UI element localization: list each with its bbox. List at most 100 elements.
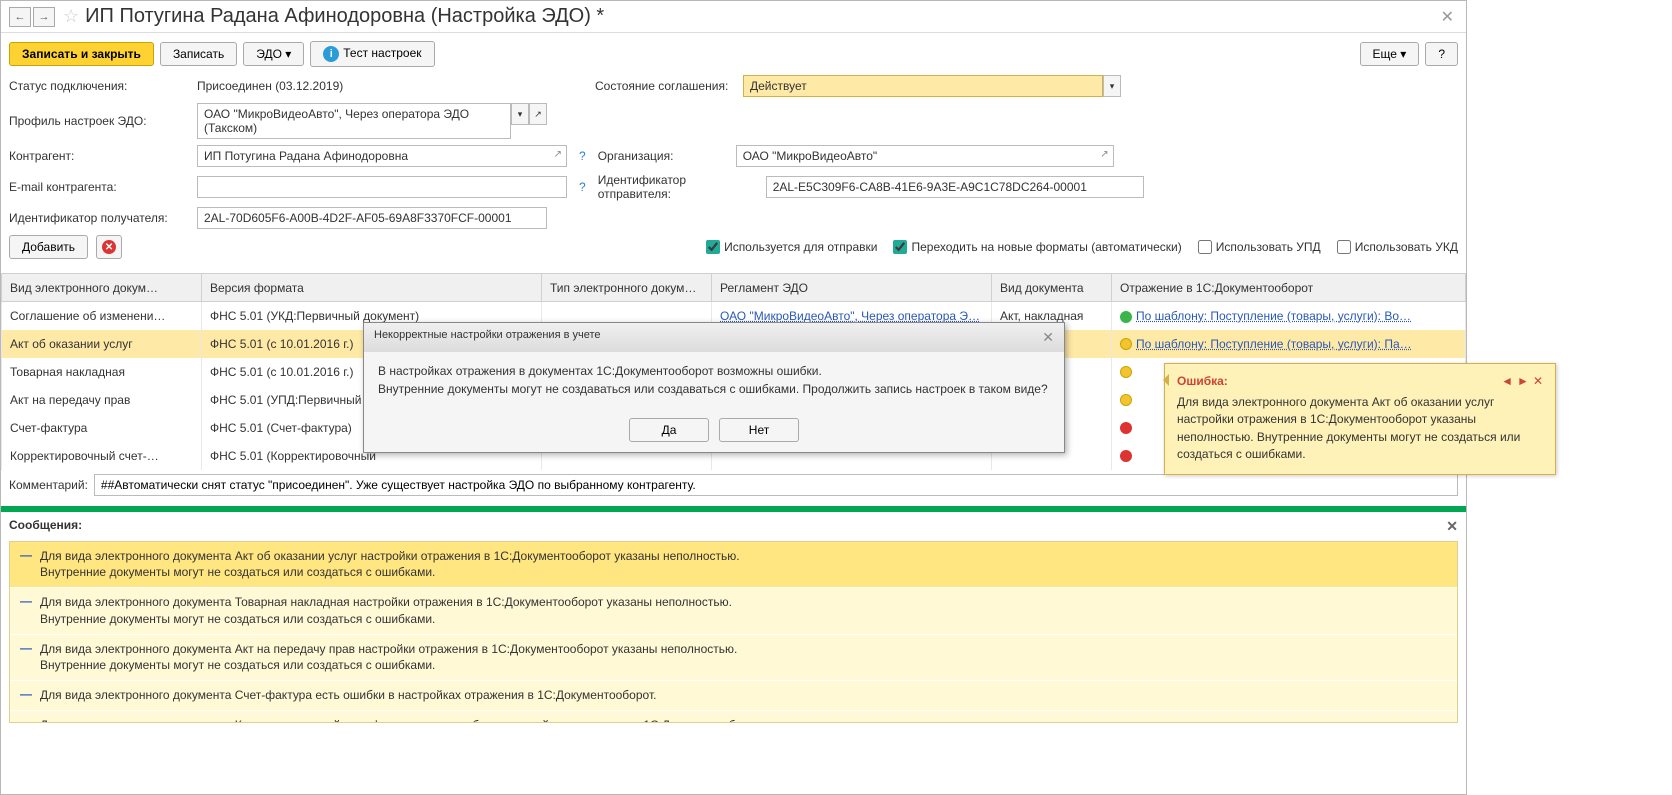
chk-ukd[interactable]: Использовать УКД (1337, 240, 1458, 254)
tooltip-title: Ошибка: (1177, 374, 1228, 388)
messages-label: Сообщения: (9, 518, 82, 535)
profile-label: Профиль настроек ЭДО: (9, 114, 189, 128)
msg-dash-icon: — (20, 548, 32, 582)
edo-label: ЭДО (256, 47, 282, 61)
save-close-button[interactable]: Записать и закрыть (9, 42, 154, 66)
status-dot-icon (1120, 338, 1132, 350)
email-label: E-mail контрагента: (9, 180, 189, 194)
msg-dash-icon: — (20, 641, 32, 675)
counterparty-label: Контрагент: (9, 149, 189, 163)
add-button[interactable]: Добавить (9, 235, 88, 259)
tooltip-prev-icon[interactable]: ◄ (1501, 374, 1513, 388)
col-edoc-type[interactable]: Тип электронного докум… (542, 274, 712, 302)
status-dot-icon (1120, 311, 1132, 323)
chk-send-label: Используется для отправки (724, 240, 877, 254)
favorite-star-icon[interactable]: ☆ (63, 6, 79, 27)
agreement-dropdown-arrow[interactable]: ▾ (1103, 75, 1121, 97)
modal-line1: В настройках отражения в документах 1С:Д… (378, 362, 1050, 380)
messages-close-icon[interactable]: ✕ (1446, 518, 1458, 535)
cell-doc-type: Корректировочный счет-… (2, 442, 202, 470)
nav-back-button[interactable]: ← (9, 7, 31, 27)
cell-reflection: По шаблону: Поступление (товары, услуги)… (1112, 330, 1466, 358)
reflection-link[interactable]: По шаблону: Поступление (товары, услуги)… (1136, 309, 1411, 323)
profile-input[interactable]: ОАО "МикроВидеоАвто", Через оператора ЭД… (197, 103, 511, 139)
nav-forward-button[interactable]: → (33, 7, 55, 27)
chk-auto[interactable]: Переходить на новые форматы (автоматичес… (893, 240, 1181, 254)
cell-doc-type: Акт об оказании услуг (2, 330, 202, 358)
sender-id-label: Идентификатор отправителя: (598, 173, 758, 201)
comment-label: Комментарий: (9, 478, 88, 492)
info-icon: i (323, 46, 339, 62)
status-label: Статус подключения: (9, 79, 189, 93)
modal-close-icon[interactable]: ✕ (1042, 329, 1054, 346)
msg-dash-icon: — (20, 594, 32, 628)
profile-open-icon[interactable]: ↗ (529, 103, 547, 125)
msg-text: Для вида электронного документа Акт об о… (40, 548, 740, 582)
edo-dropdown-button[interactable]: ЭДО ▾ (243, 42, 304, 66)
status-dot-icon (1120, 366, 1132, 378)
status-dot-icon (1120, 450, 1132, 462)
cell-reflection: По шаблону: Поступление (товары, услуги)… (1112, 302, 1466, 330)
counterparty-input[interactable]: ИП Потугина Радана Афинодоровна (197, 145, 567, 167)
msg-text: Для вида электронного документа Товарная… (40, 594, 732, 628)
cell-doc-type: Соглашение об изменени… (2, 302, 202, 330)
more-label: Еще (1373, 47, 1397, 61)
chk-ukd-label: Использовать УКД (1355, 240, 1458, 254)
tooltip-text: Для вида электронного документа Акт об о… (1177, 394, 1543, 464)
msg-dash-icon: — (20, 717, 32, 722)
reglament-link[interactable]: ОАО "МикроВидеоАвто", Через оператора Э… (720, 309, 980, 323)
profile-dropdown-arrow[interactable]: ▾ (511, 103, 529, 125)
test-button[interactable]: i Тест настроек (310, 41, 434, 67)
message-item[interactable]: —Для вида электронного документа Акт об … (10, 542, 1457, 589)
tooltip-next-icon[interactable]: ► (1517, 374, 1529, 388)
message-item[interactable]: — Для вида электронного документа Коррект… (10, 711, 1457, 722)
modal-line2: Внутренние документы могут не создаватьс… (378, 380, 1050, 398)
delete-x-icon: ✕ (102, 240, 116, 254)
sender-id-input[interactable]: 2AL-E5C309F6-CA8B-41E6-9A3E-A9C1C78DC264… (766, 176, 1144, 198)
modal-yes-button[interactable]: Да (629, 418, 709, 442)
agreement-select[interactable]: Действует (743, 75, 1103, 97)
more-dropdown-button[interactable]: Еще ▾ (1360, 42, 1420, 66)
delete-button[interactable]: ✕ (96, 235, 122, 259)
email-help-icon[interactable]: ? (575, 180, 590, 194)
modal-title: Некорректные настройки отражения в учете (374, 329, 601, 346)
msg-dash-icon: — (20, 687, 32, 704)
col-reglament[interactable]: Регламент ЭДО (712, 274, 992, 302)
counterparty-help-icon[interactable]: ? (575, 149, 590, 163)
messages-list[interactable]: —Для вида электронного документа Акт об … (9, 541, 1458, 723)
modal-dialog: Некорректные настройки отражения в учете… (363, 322, 1065, 453)
org-input[interactable]: ОАО "МикроВидеоАвто" (736, 145, 1114, 167)
msg-text: Для вида электронного документа Акт на п… (40, 641, 737, 675)
save-button[interactable]: Записать (160, 42, 237, 66)
tooltip-close-icon[interactable]: ✕ (1533, 374, 1543, 388)
chk-upd-label: Использовать УПД (1216, 240, 1321, 254)
reflection-link[interactable]: По шаблону: Поступление (товары, услуги)… (1136, 337, 1412, 351)
col-doc-kind[interactable]: Вид документа (992, 274, 1112, 302)
message-item[interactable]: —Для вида электронного документа Акт на … (10, 635, 1457, 682)
col-format[interactable]: Версия формата (202, 274, 542, 302)
page-title: ИП Потугина Радана Афинодоровна (Настрой… (85, 5, 604, 28)
col-reflection[interactable]: Отражение в 1С:Документооборот (1112, 274, 1466, 302)
status-dot-icon (1120, 394, 1132, 406)
status-value: Присоединен (03.12.2019) (197, 79, 587, 93)
test-label: Тест настроек (343, 46, 421, 60)
message-item[interactable]: — Для вида электронного документа Счет-фа… (10, 681, 1457, 711)
org-label: Организация: (598, 149, 728, 163)
recipient-id-input[interactable]: 2AL-70D605F6-A00B-4D2F-AF05-69A8F3370FCF… (197, 207, 547, 229)
comment-input[interactable] (94, 474, 1458, 496)
chk-auto-label: Переходить на новые форматы (автоматичес… (911, 240, 1181, 254)
status-dot-icon (1120, 422, 1132, 434)
chk-upd[interactable]: Использовать УПД (1198, 240, 1321, 254)
close-icon[interactable]: ✕ (1437, 7, 1458, 27)
cell-doc-type: Товарная накладная (2, 358, 202, 386)
error-tooltip: Ошибка: ◄ ► ✕ Для вида электронного доку… (1164, 363, 1556, 475)
message-item[interactable]: —Для вида электронного документа Товарна… (10, 588, 1457, 635)
col-doc-type[interactable]: Вид электронного докум… (2, 274, 202, 302)
modal-no-button[interactable]: Нет (719, 418, 799, 442)
help-button[interactable]: ? (1425, 42, 1458, 66)
chk-send[interactable]: Используется для отправки (706, 240, 877, 254)
agreement-label: Состояние соглашения: (595, 79, 735, 93)
email-input[interactable] (197, 176, 567, 198)
msg-text: Для вида электронного документа Счет-фак… (40, 687, 656, 704)
msg-text: Для вида электронного документа Корректи… (40, 717, 763, 722)
